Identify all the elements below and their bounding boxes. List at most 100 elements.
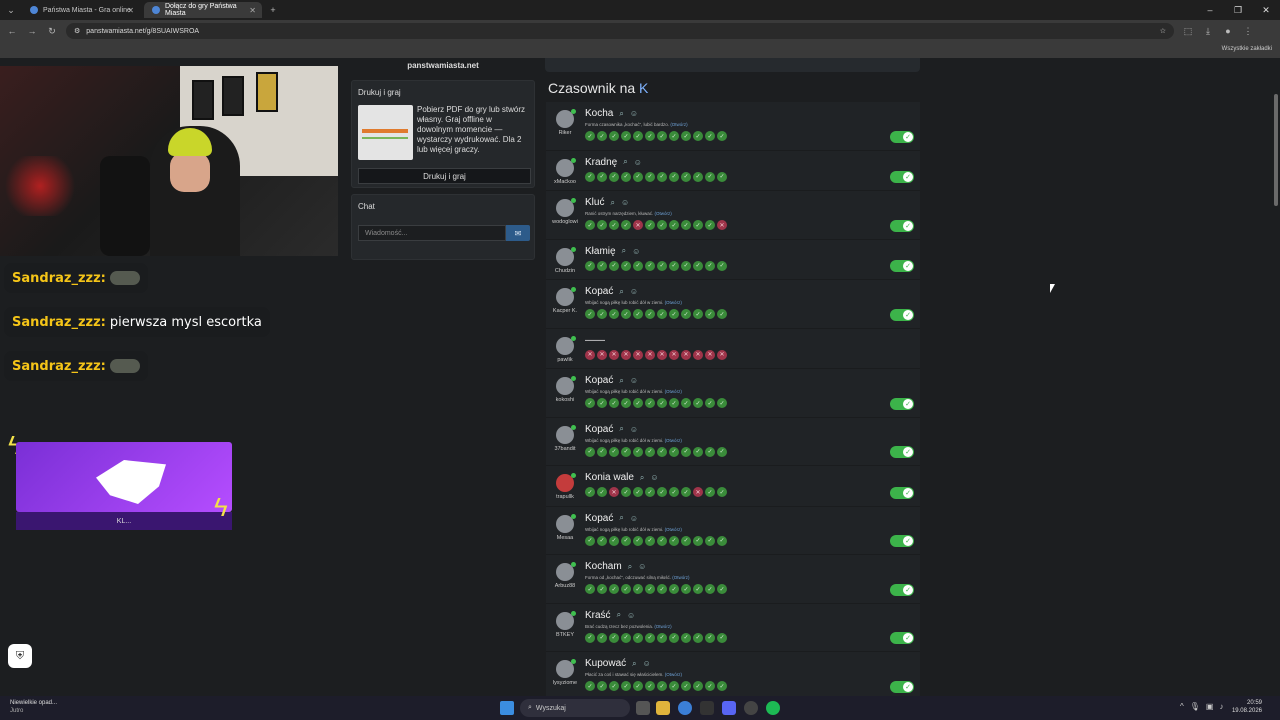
all-bookmarks[interactable]: Wszystkie zakładki (1222, 46, 1272, 52)
download-icon[interactable]: ⤓ (1202, 26, 1214, 37)
clock[interactable]: 20:59 19.08.2026 (1232, 699, 1262, 715)
page-scrollbar[interactable] (1272, 58, 1280, 696)
print-button[interactable]: Drukuj i graj (358, 168, 531, 184)
close-tab-icon[interactable]: ✕ (127, 6, 134, 15)
search-icon[interactable]: ⌕ (640, 473, 644, 483)
star-icon[interactable]: ☆ (1160, 27, 1166, 35)
vote-accept-icon: ✓ (657, 260, 667, 271)
file-explorer-icon[interactable] (656, 701, 670, 715)
tray-arrow-icon[interactable]: ^ (1180, 702, 1184, 711)
reaction-icon[interactable]: ☺ (621, 198, 629, 207)
profile-icon[interactable]: ● (1222, 26, 1234, 36)
accept-toggle[interactable] (890, 583, 914, 596)
extensions-icon[interactable]: ⬚ (1182, 26, 1194, 37)
reaction-icon[interactable]: ☺ (630, 425, 638, 434)
search-icon[interactable]: ⌕ (619, 287, 623, 297)
search-icon[interactable]: ⌕ (628, 562, 632, 572)
reaction-icon[interactable]: ☺ (630, 109, 638, 118)
answer-word-text: Kupować (585, 658, 627, 669)
vote-accept-icon: ✓ (669, 309, 679, 319)
accept-toggle[interactable] (890, 486, 914, 499)
new-tab-icon[interactable]: + (266, 3, 280, 17)
maximize-icon[interactable]: ❐ (1224, 0, 1252, 20)
open-definition-link[interactable]: (Otwórz) (670, 122, 687, 127)
search-icon[interactable]: ⌕ (632, 659, 636, 669)
reaction-icon[interactable]: ☺ (650, 473, 658, 482)
accept-toggle[interactable] (890, 260, 914, 272)
browser-tab-1[interactable]: Państwa Miasta - Gra online ✕ (22, 2, 140, 18)
tab-search-icon[interactable]: ⌄ (4, 3, 18, 17)
windows-start-icon[interactable] (500, 701, 514, 715)
search-icon[interactable]: ⌕ (619, 513, 623, 523)
open-definition-link[interactable]: (Otwórz) (654, 624, 671, 629)
answer-word: Kraść ⌕ ☺ (585, 610, 635, 621)
vote-accept-icon: ✓ (585, 398, 595, 408)
open-definition-link[interactable]: (Otwórz) (665, 438, 682, 443)
open-definition-link[interactable]: (Otwórz) (655, 211, 672, 216)
reaction-icon[interactable]: ☺ (630, 287, 638, 296)
close-window-icon[interactable]: ✕ (1252, 0, 1280, 20)
answer-word-text: Kocham (585, 561, 622, 572)
player-name: Kacper K. (552, 308, 578, 314)
site-info-icon[interactable]: ⚙ (74, 27, 80, 35)
volume-icon[interactable]: ♪ (1219, 702, 1223, 711)
microphone-icon[interactable]: 🎙 (1190, 702, 1200, 711)
reaction-icon[interactable]: ☺ (634, 158, 642, 167)
accept-toggle[interactable] (890, 632, 914, 644)
open-definition-link[interactable]: (Otwórz) (672, 575, 689, 580)
accept-toggle[interactable] (890, 446, 914, 458)
vote-accept-icon: ✓ (645, 260, 655, 271)
search-icon[interactable]: ⌕ (622, 246, 626, 256)
taskbar-search[interactable]: ⌕ Wyszukaj (520, 699, 630, 717)
open-definition-link[interactable]: (Otwórz) (665, 300, 682, 305)
shield-icon[interactable]: ⛨ (8, 644, 32, 668)
player-name: Riker (558, 130, 572, 136)
accept-toggle[interactable] (890, 219, 914, 232)
accept-toggle[interactable] (890, 397, 914, 410)
vote-accept-icon: ✓ (645, 220, 655, 230)
vote-accept-icon: ✓ (669, 398, 679, 408)
search-icon[interactable]: ⌕ (610, 198, 614, 208)
menu-icon[interactable]: ⋮ (1242, 26, 1254, 37)
accept-toggle[interactable] (890, 535, 914, 547)
search-icon[interactable]: ⌕ (619, 424, 623, 434)
player-name: lysyziome (552, 680, 578, 686)
browser-tab-2[interactable]: Dołącz do gry Państwa Miasta ✕ (144, 2, 262, 18)
open-definition-link[interactable]: (Otwórz) (665, 672, 682, 677)
search-icon[interactable]: ⌕ (619, 109, 623, 119)
task-view-icon[interactable] (636, 701, 650, 715)
accept-toggle[interactable] (890, 680, 914, 693)
url-field[interactable]: ⚙ panstwamiasta.net/g/8SUAIWSROA ☆ (66, 23, 1174, 39)
stream-chat-message: Sandraz_zzz: pierwsza mysl escortka (4, 307, 270, 337)
app-icon[interactable] (700, 701, 714, 715)
network-icon[interactable]: ▣ (1206, 702, 1214, 711)
open-definition-link[interactable]: (Otwórz) (665, 527, 682, 532)
search-icon[interactable]: ⌕ (623, 157, 627, 167)
send-message-icon[interactable]: ✉ (506, 225, 530, 241)
accept-toggle[interactable] (890, 171, 914, 183)
discord-icon[interactable] (722, 701, 736, 715)
reaction-icon[interactable]: ☺ (643, 659, 651, 668)
answer-definition: Ranić ostrym narzędziem, kłuwać. (Otwórz… (585, 211, 672, 216)
accept-toggle[interactable] (890, 130, 914, 143)
chrome-icon[interactable] (678, 701, 692, 715)
forward-icon[interactable]: → (26, 26, 38, 36)
reaction-icon[interactable]: ☺ (630, 376, 638, 385)
open-definition-link[interactable]: (Otwórz) (665, 389, 682, 394)
reaction-icon[interactable]: ☺ (638, 562, 646, 571)
weather-widget[interactable]: Niewielkie opad... Jutro (10, 699, 57, 715)
back-icon[interactable]: ← (6, 26, 18, 36)
reload-icon[interactable]: ↻ (46, 26, 58, 37)
obs-icon[interactable] (744, 701, 758, 715)
search-icon[interactable]: ⌕ (617, 610, 621, 620)
minimize-icon[interactable]: – (1196, 0, 1224, 20)
chat-message-input[interactable]: Wiadomość... (358, 225, 506, 241)
reaction-icon[interactable]: ☺ (632, 247, 640, 256)
spotify-icon[interactable] (766, 701, 780, 715)
vote-accept-icon: ✓ (693, 584, 703, 594)
search-icon[interactable]: ⌕ (619, 376, 623, 386)
reaction-icon[interactable]: ☺ (630, 514, 638, 523)
reaction-icon[interactable]: ☺ (627, 611, 635, 620)
close-tab-icon[interactable]: ✕ (249, 6, 256, 15)
accept-toggle[interactable] (890, 308, 914, 321)
